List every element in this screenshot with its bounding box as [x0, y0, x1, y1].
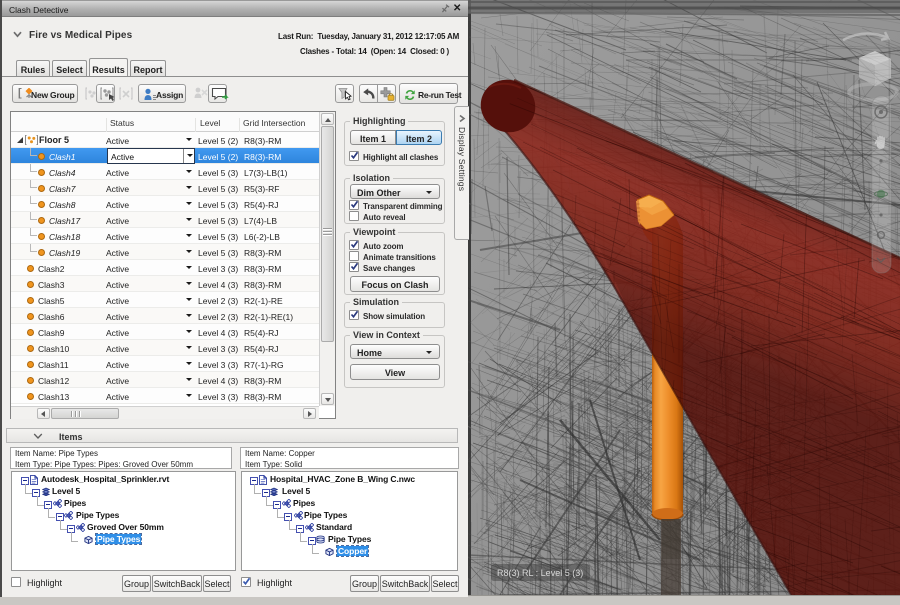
svg-text:R8(3) RL : Level 5 (3): R8(3) RL : Level 5 (3) [497, 568, 583, 578]
